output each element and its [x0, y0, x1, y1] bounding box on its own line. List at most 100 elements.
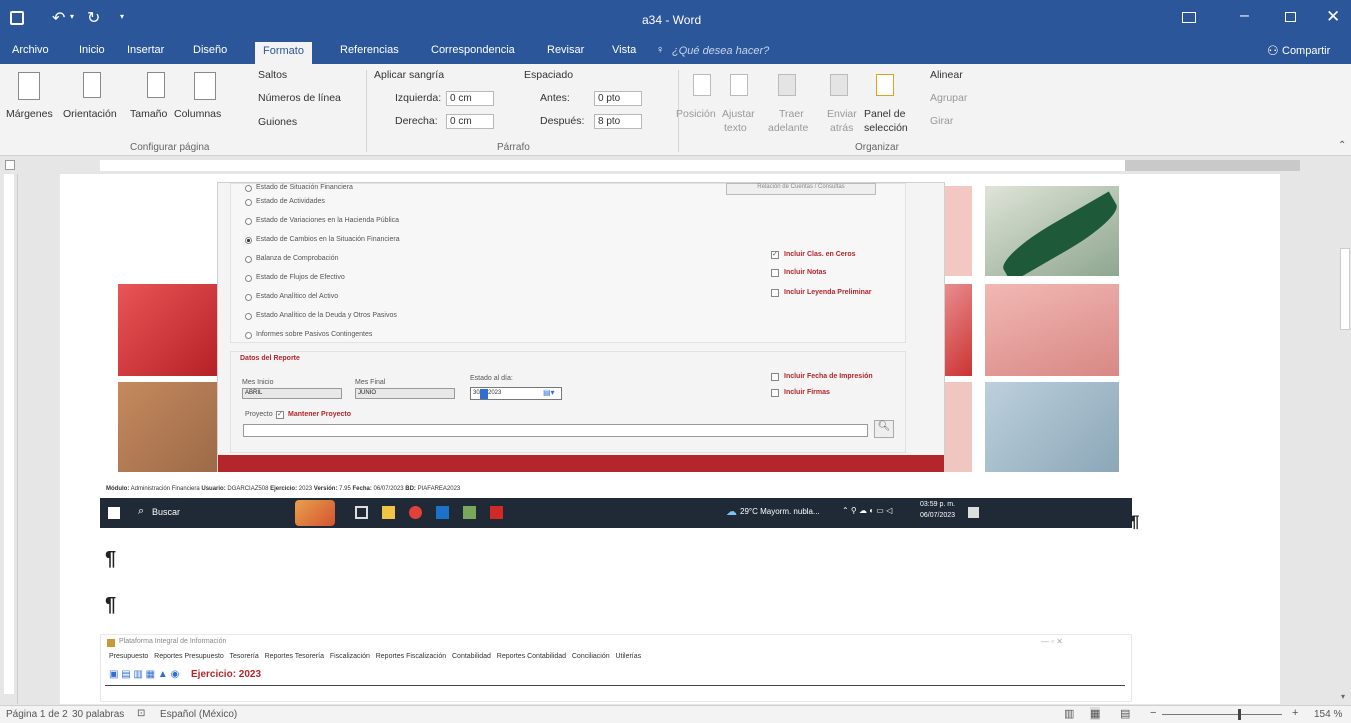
report-radio[interactable]	[245, 185, 252, 192]
scroll-thumb[interactable]	[1340, 248, 1350, 330]
report-radio[interactable]	[245, 332, 252, 339]
undo-icon[interactable]: ↶	[52, 8, 65, 28]
project-label: Proyecto	[245, 411, 273, 418]
include-legend-checkbox[interactable]	[771, 289, 779, 297]
customize-qat-icon[interactable]: ▾	[120, 12, 124, 21]
end-month-field[interactable]: JUNIO	[355, 388, 455, 399]
tab-selector-icon[interactable]	[5, 160, 15, 170]
tab-referencias[interactable]: Referencias	[340, 44, 399, 56]
green-leaf-tile	[985, 186, 1119, 276]
orientation-button[interactable]: Orientación	[63, 108, 117, 120]
size-button[interactable]: Tamaño	[130, 108, 167, 120]
accounts-button[interactable]: Relación de Cuentas / Consultas	[726, 183, 876, 195]
document-page[interactable]: Relación de Cuentas / Consultas Estado d…	[60, 174, 1280, 704]
report-radio-selected[interactable]	[245, 237, 252, 244]
tab-diseno[interactable]: Diseño	[193, 44, 227, 56]
date-picker-field[interactable]: 30/ /2023 ▤▾	[470, 387, 562, 400]
wrap-text-button[interactable]: Ajustar	[722, 108, 755, 120]
zoom-in-icon[interactable]: +	[1292, 707, 1298, 719]
bring-forward-button[interactable]: Traer	[779, 108, 804, 120]
horizontal-ruler[interactable]	[0, 157, 1351, 173]
scroll-down-icon[interactable]: ▾	[1341, 692, 1345, 701]
send-backward-button[interactable]: Enviar	[827, 108, 857, 120]
tell-me-input[interactable]: ¿Qué desea hacer?	[672, 45, 769, 57]
redo-icon[interactable]: ↻	[87, 8, 100, 28]
project-input[interactable]	[243, 424, 868, 437]
report-radio[interactable]	[245, 294, 252, 301]
hyphenation-button[interactable]: Guiones	[258, 116, 297, 128]
tab-revisar[interactable]: Revisar	[547, 44, 584, 56]
tab-archivo[interactable]: Archivo	[12, 44, 49, 56]
include-zero-checkbox[interactable]: ✓	[771, 251, 779, 259]
taskbar-time: 03:59 p. m.	[920, 501, 956, 508]
tab-inicio[interactable]: Inicio	[79, 44, 105, 56]
margins-button[interactable]: Márgenes	[6, 108, 53, 120]
close-button[interactable]: ✕	[1326, 7, 1340, 27]
user-icon: ⚇	[1267, 43, 1279, 58]
columns-button[interactable]: Columnas	[174, 108, 221, 120]
project-search-button[interactable]: 🔍︎	[874, 420, 894, 438]
read-mode-icon[interactable]: ▥	[1064, 707, 1074, 720]
line-numbers-button[interactable]: Números de línea	[258, 92, 341, 104]
report-option-label: Estado de Cambios en la Situación Financ…	[256, 236, 400, 243]
rotate-button[interactable]: Girar	[930, 115, 953, 127]
report-radio[interactable]	[245, 218, 252, 225]
breaks-button[interactable]: Saltos	[258, 69, 287, 81]
web-layout-icon[interactable]: ▤	[1120, 707, 1130, 720]
include-print-date-label: Incluir Fecha de Impresión	[784, 373, 873, 380]
group-button[interactable]: Agrupar	[930, 92, 967, 104]
undo-dropdown-icon[interactable]: ▾	[70, 12, 74, 21]
position-icon	[693, 74, 711, 96]
collapse-ribbon-icon[interactable]: ⌃	[1338, 140, 1346, 151]
start-month-field[interactable]: ABRIL	[242, 388, 342, 399]
minimize-button[interactable]: –	[1240, 7, 1249, 25]
ribbon-display-options-icon[interactable]	[1182, 12, 1196, 23]
include-notes-checkbox[interactable]	[771, 269, 779, 277]
word-count[interactable]: 30 palabras	[72, 709, 124, 720]
tab-correspondencia[interactable]: Correspondencia	[431, 44, 515, 56]
spacing-before-field[interactable]: 0 pto	[594, 91, 642, 106]
position-button[interactable]: Posición	[676, 108, 716, 120]
report-data-panel	[230, 351, 906, 453]
indent-left-label: Izquierda:	[395, 92, 442, 104]
align-button[interactable]: Alinear	[930, 69, 963, 81]
indent-right-field[interactable]: 0 cm	[446, 114, 494, 129]
wrap-text-icon	[730, 74, 748, 96]
tab-vista[interactable]: Vista	[612, 44, 636, 56]
report-radio[interactable]	[245, 313, 252, 320]
include-print-date-checkbox[interactable]	[771, 373, 779, 381]
zoom-slider[interactable]	[1162, 714, 1282, 715]
send-backward-button-line2[interactable]: atrás	[830, 122, 853, 134]
page-count[interactable]: Página 1 de 2	[6, 709, 68, 720]
report-radio[interactable]	[245, 256, 252, 263]
include-signatures-checkbox[interactable]	[771, 389, 779, 397]
vertical-scrollbar[interactable]: ▾	[1338, 174, 1351, 704]
language[interactable]: Español (México)	[160, 709, 237, 720]
zoom-slider-thumb[interactable]	[1238, 709, 1241, 720]
report-radio[interactable]	[245, 275, 252, 282]
tab-insertar[interactable]: Insertar	[127, 44, 164, 56]
app2-title: Plataforma Integral de Información	[119, 638, 227, 645]
report-option-label: Estado de Situación Financiera	[256, 184, 353, 191]
spacing-after-field[interactable]: 8 pto	[594, 114, 642, 129]
report-radio[interactable]	[245, 199, 252, 206]
wrap-text-button-line2[interactable]: texto	[724, 122, 747, 134]
indent-left-field[interactable]: 0 cm	[446, 91, 494, 106]
outlook-icon	[436, 506, 449, 519]
zoom-out-icon[interactable]: −	[1150, 707, 1156, 719]
calendar-icon[interactable]: ▤▾	[543, 388, 555, 397]
report-data-title: Datos del Reporte	[240, 355, 300, 362]
selection-pane-button[interactable]: Panel de	[864, 108, 905, 120]
zoom-level[interactable]: 154 %	[1314, 709, 1342, 720]
app2-window: Plataforma Integral de Información — ▫ ✕…	[100, 634, 1132, 702]
keep-project-checkbox[interactable]: ✓	[276, 411, 284, 419]
print-layout-icon[interactable]: ▦	[1090, 707, 1101, 720]
proofing-icon[interactable]: ⊡	[137, 708, 145, 719]
user-label: Usuario:	[201, 486, 226, 492]
tab-formato[interactable]: Formato	[255, 42, 312, 64]
selection-pane-button-line2[interactable]: selección	[864, 122, 908, 134]
share-button[interactable]: Compartir	[1282, 45, 1330, 57]
maximize-button[interactable]	[1285, 12, 1296, 22]
bring-forward-button-line2[interactable]: adelante	[768, 122, 808, 134]
paragraph-mark: ¶	[105, 594, 117, 616]
